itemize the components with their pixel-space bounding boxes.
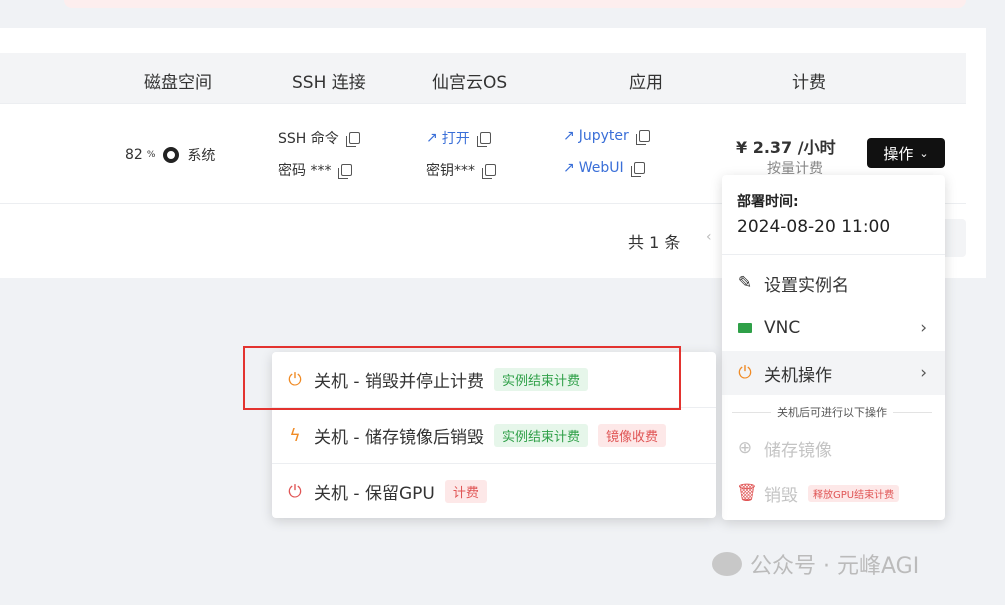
- chevron-right-icon: ›: [920, 318, 927, 338]
- billing-end-tag: 实例结束计费: [493, 424, 588, 447]
- deploy-time-label: 部署时间:: [737, 194, 799, 210]
- menu-item-vnc-label: VNC: [764, 318, 801, 338]
- menu-item-destroy: 🗑 销毁 释放GPU结束计费: [722, 471, 945, 515]
- edit-icon: ✎: [737, 273, 753, 293]
- wechat-icon: [712, 552, 742, 576]
- menu-item-vnc[interactable]: VNC ›: [722, 306, 945, 350]
- os-open-label: 打开: [441, 131, 470, 147]
- submenu-item-save-destroy[interactable]: ϟ 关机 - 储存镜像后销毁 实例结束计费 镜像收费: [272, 408, 716, 463]
- ssh-command[interactable]: SSH 命令: [278, 128, 360, 148]
- menu-item-destroy-label: 销毁: [764, 485, 798, 506]
- submenu-item-save-destroy-label: 关机 - 储存镜像后销毁: [314, 428, 484, 448]
- save-icon: ⊕: [737, 438, 753, 458]
- highlight-box: [243, 346, 681, 410]
- header-disk: 磁盘空间: [144, 73, 212, 93]
- billing-price: ¥ 2.37 /小时: [736, 138, 836, 157]
- disk-donut-icon: [163, 147, 180, 163]
- shutdown-hint: 关机后可进行以下操作: [732, 404, 932, 420]
- watermark-text: 公众号 · 元峰AGI: [750, 554, 920, 579]
- trash-icon: 🗑: [736, 483, 758, 503]
- copy-icon[interactable]: [338, 164, 353, 179]
- copy-icon[interactable]: [630, 162, 645, 177]
- copy-icon[interactable]: [345, 132, 360, 147]
- release-gpu-tag: 释放GPU结束计费: [808, 484, 900, 502]
- menu-item-rename[interactable]: ✎ 设置实例名: [722, 261, 945, 305]
- copy-icon[interactable]: [482, 164, 496, 179]
- divider-line: [732, 411, 771, 413]
- header-ssh: SSH 连接: [292, 73, 366, 93]
- external-link-icon: ↗: [563, 128, 575, 144]
- menu-item-rename-label: 设置实例名: [764, 275, 849, 296]
- deploy-time-value: 2024-08-20 11:00: [737, 217, 891, 237]
- chevron-right-icon: ›: [920, 363, 927, 383]
- operation-button-label: 操作: [883, 144, 914, 163]
- ssh-command-label: SSH 命令: [278, 131, 339, 147]
- menu-item-shutdown[interactable]: ⏻ 关机操作 ›: [722, 351, 945, 395]
- ssh-password-label: 密码 ***: [278, 163, 332, 179]
- disk-percent-unit: %: [146, 150, 156, 160]
- external-link-icon: ↗: [426, 130, 438, 146]
- chevron-down-icon: ⌄: [919, 146, 929, 160]
- operation-button[interactable]: 操作 ⌄: [867, 138, 945, 168]
- power-icon: ⏻: [738, 363, 752, 383]
- copy-icon[interactable]: [476, 132, 491, 147]
- header-billing: 计费: [792, 73, 826, 93]
- menu-divider: [722, 254, 945, 255]
- billing-tag: 计费: [444, 480, 487, 503]
- app-webui-link[interactable]: ↗ WebUI: [563, 160, 645, 177]
- disk-usage: 82% 系统: [125, 145, 215, 165]
- app-webui-label: WebUI: [578, 160, 624, 176]
- pagination-total: 共 1 条: [628, 233, 681, 252]
- disk-percent: 82: [125, 147, 143, 163]
- header-apps: 应用: [629, 73, 663, 93]
- watermark: 公众号 · 元峰AGI: [712, 548, 919, 580]
- shutdown-hint-label: 关机后可进行以下操作: [777, 406, 887, 419]
- image-charge-tag: 镜像收费: [597, 424, 666, 447]
- app-jupyter-label: Jupyter: [578, 128, 629, 144]
- os-open-link[interactable]: ↗ 打开: [426, 128, 491, 148]
- os-key-label: 密钥***: [426, 163, 475, 179]
- top-banner: [64, 0, 966, 8]
- ssh-password[interactable]: 密码 ***: [278, 160, 353, 180]
- copy-icon[interactable]: [635, 130, 650, 145]
- menu-item-shutdown-label: 关机操作: [764, 365, 832, 386]
- submenu-item-keep-gpu[interactable]: ⏻ 关机 - 保留GPU 计费: [272, 464, 716, 519]
- monitor-icon: [736, 318, 754, 338]
- app-jupyter-link[interactable]: ↗ Jupyter: [563, 128, 650, 145]
- operation-menu: 部署时间: 2024-08-20 11:00 ✎ 设置实例名 VNC › ⏻ 关…: [722, 175, 945, 520]
- pagination-prev[interactable]: ‹: [706, 229, 712, 245]
- menu-item-save-image: ⊕ 储存镜像: [722, 426, 945, 470]
- lightning-icon: ϟ: [289, 425, 301, 446]
- divider-line: [893, 411, 932, 413]
- power-icon: ⏻: [288, 481, 302, 502]
- header-os: 仙宫云OS: [432, 73, 508, 93]
- menu-item-save-image-label: 储存镜像: [764, 440, 832, 461]
- submenu-item-keep-gpu-label: 关机 - 保留GPU: [314, 484, 435, 504]
- os-key[interactable]: 密钥***: [426, 160, 496, 180]
- disk-label: 系统: [187, 148, 216, 164]
- external-link-icon: ↗: [563, 160, 575, 176]
